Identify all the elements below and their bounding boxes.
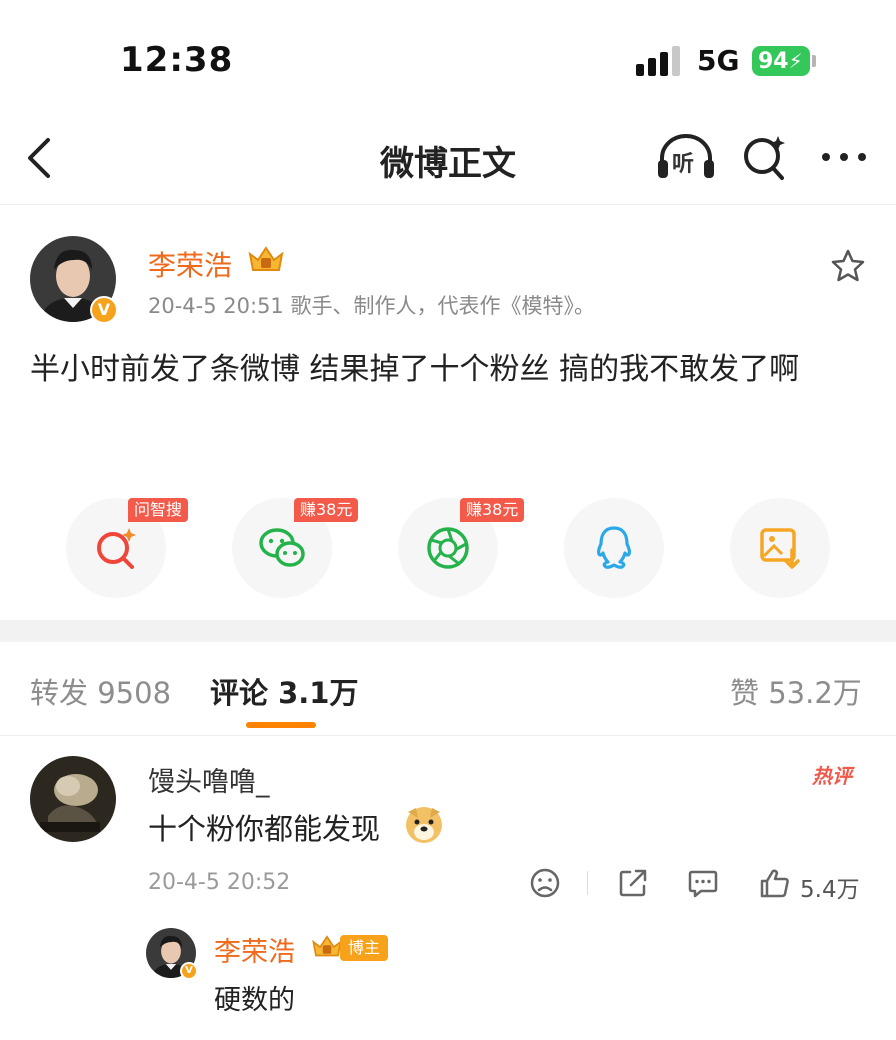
share-tag-wechat: 赚38元 bbox=[294, 498, 359, 522]
comment-time: 20-4-5 20:52 bbox=[148, 870, 291, 895]
commenter-avatar[interactable] bbox=[30, 756, 116, 842]
share-tag-moments: 赚38元 bbox=[460, 498, 525, 522]
author-name[interactable]: 李荣浩 bbox=[148, 244, 232, 284]
comment-text: 十个粉你都能发现 bbox=[148, 812, 381, 846]
tab-active-indicator bbox=[246, 722, 316, 728]
commenter-name[interactable]: 馒头噜噜_ bbox=[148, 760, 270, 799]
section-divider bbox=[0, 620, 896, 642]
verified-badge: V bbox=[90, 296, 118, 324]
hot-comment-badge: 热评 bbox=[812, 764, 852, 788]
ai-search-icon bbox=[744, 136, 785, 180]
favorite-button[interactable] bbox=[830, 248, 866, 284]
reply-crown-badge-icon bbox=[312, 935, 342, 957]
battery-tip bbox=[812, 55, 816, 67]
share-save-image-button[interactable] bbox=[730, 498, 830, 598]
more-button[interactable] bbox=[818, 142, 870, 172]
tabs-divider bbox=[0, 735, 896, 736]
thumbs-up-icon bbox=[760, 869, 789, 898]
battery-indicator: 94⚡ bbox=[752, 46, 810, 76]
search-button[interactable] bbox=[740, 130, 790, 184]
tab-like[interactable]: 赞 53.2万 bbox=[730, 670, 862, 712]
reply-author-name[interactable]: 李荣浩 bbox=[214, 930, 295, 969]
post-meta: 20-4-5 20:51 歌手、制作人，代表作《模特》。 bbox=[148, 294, 595, 318]
listen-button[interactable]: 听 bbox=[656, 130, 716, 184]
moments-icon bbox=[427, 527, 469, 569]
save-image-icon bbox=[760, 528, 800, 569]
more-dots-icon bbox=[822, 153, 866, 161]
star-icon bbox=[831, 249, 865, 282]
share-qq-button[interactable] bbox=[564, 498, 664, 598]
share-icon bbox=[619, 869, 647, 897]
doge-emoji-icon bbox=[406, 807, 442, 843]
like-comment-button[interactable] bbox=[758, 866, 792, 900]
zhisou-search-icon bbox=[97, 528, 136, 569]
listen-label: 听 bbox=[672, 152, 695, 177]
wechat-icon bbox=[259, 528, 305, 567]
battery-level: 94 bbox=[758, 49, 789, 74]
tab-comment[interactable]: 评论 3.1万 bbox=[210, 670, 358, 712]
reply-text: 硬数的 bbox=[214, 985, 295, 1016]
comment-like-count: 5.4万 bbox=[800, 877, 860, 903]
nav-divider bbox=[0, 204, 896, 205]
signal-icon bbox=[636, 46, 684, 76]
share-tag-zhisou: 问智搜 bbox=[128, 498, 189, 522]
action-separator bbox=[587, 871, 588, 895]
network-type: 5G bbox=[697, 44, 740, 77]
post-text: 半小时前发了条微博 结果掉了十个粉丝 搞的我不敢发了啊 bbox=[30, 352, 800, 387]
tab-repost[interactable]: 转发 9508 bbox=[30, 670, 171, 712]
crown-badge-icon bbox=[248, 246, 284, 271]
sad-face-icon bbox=[530, 868, 560, 898]
reply-verified-badge: V bbox=[180, 962, 198, 980]
qq-icon bbox=[597, 526, 631, 569]
dislike-button[interactable] bbox=[528, 866, 562, 900]
share-comment-button[interactable] bbox=[616, 866, 650, 900]
status-time: 12:38 bbox=[120, 40, 234, 80]
charging-icon: ⚡ bbox=[788, 49, 803, 73]
comment-icon bbox=[688, 870, 718, 898]
author-badge: 博主 bbox=[340, 935, 389, 961]
reply-button[interactable] bbox=[686, 866, 720, 900]
